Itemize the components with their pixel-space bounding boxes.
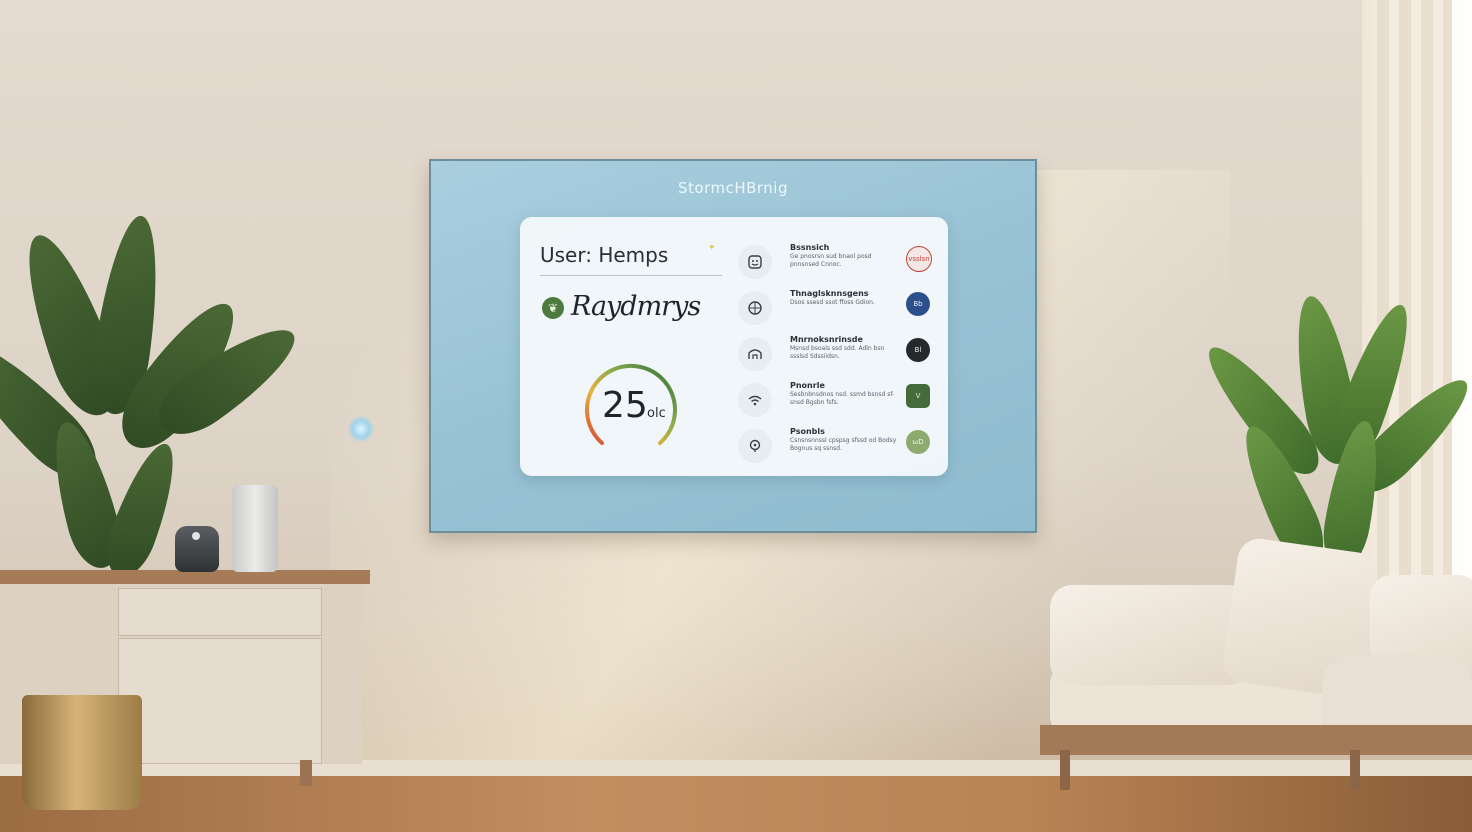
gauge-value: 25 — [602, 385, 648, 426]
list-item[interactable]: Pnonrle Sesbnbnsdnos nsd. ssmd bsnsd sf-… — [736, 381, 936, 421]
list-item[interactable]: Thnaglsknnsgens Dsos ssesd ssot ffoss Gd… — [736, 289, 936, 329]
plant-pot — [22, 695, 142, 810]
list-item[interactable]: Bssnsich Ge pnosrsn sud bnaol posd pnnsn… — [736, 243, 936, 283]
list-item[interactable]: Psonbls Csnsnsnnssl cpspsg sfssd od Bods… — [736, 427, 936, 467]
item-desc: Sesbnbnsdnos nsd. ssmd bsnsd sf-snsd Bgs… — [790, 391, 895, 406]
item-badge[interactable]: V — [906, 384, 930, 408]
hub-camera-icon — [192, 532, 200, 540]
item-title: Pnonrle — [790, 381, 825, 390]
item-badge[interactable]: ωD — [906, 430, 930, 454]
item-desc: Dsos ssesd ssot ffoss Gdion. — [790, 299, 875, 306]
wifi-icon — [738, 383, 772, 417]
item-badge[interactable]: Bl — [906, 338, 930, 362]
user-label[interactable]: User: Hemps — [540, 243, 668, 267]
item-badge[interactable]: Bb — [906, 292, 930, 316]
smart-speaker — [232, 485, 278, 572]
location-pin-icon — [738, 429, 772, 463]
item-desc: Ge pnosrsn sud bnaol posd pnnsnsed Cnnoc… — [790, 253, 872, 268]
gauge-unit: olc — [647, 406, 666, 421]
curtain — [1377, 0, 1452, 600]
screen-title: StormcHBrnig — [677, 179, 788, 197]
item-desc: Msnsd bsoals ssd sdd. Adln bsn ssslsd Sd… — [790, 345, 885, 360]
globe-icon — [738, 291, 772, 325]
wall-tv-screen: StormcHBrnig User: Hemps ✦ ❦ Raydmrys 25… — [429, 159, 1037, 533]
face-icon — [738, 245, 772, 279]
sparkle-icon: ✦ — [708, 243, 716, 253]
divider — [540, 275, 722, 276]
leaf-icon: ❦ — [542, 297, 564, 319]
wall-sensor-light — [348, 416, 374, 442]
item-title: Psonbls — [790, 427, 825, 436]
dashboard-panel: User: Hemps ✦ ❦ Raydmrys 25 olc Bssnsich — [520, 217, 948, 476]
status-text: Raydmrys — [571, 291, 701, 322]
item-title: Thnaglsknnsgens — [790, 289, 869, 298]
item-desc: Csnsnsnnssl cpspsg sfssd od Bodsy Bognus… — [790, 437, 897, 452]
item-badge[interactable]: vsslsn — [906, 246, 932, 272]
home-icon — [738, 337, 772, 371]
item-title: Mnrnoksnrinsde — [790, 335, 863, 344]
item-title: Bssnsich — [790, 243, 830, 252]
list-item[interactable]: Mnrnoksnrinsde Msnsd bsoals ssd sdd. Adl… — [736, 335, 936, 375]
sofa — [1020, 535, 1472, 832]
